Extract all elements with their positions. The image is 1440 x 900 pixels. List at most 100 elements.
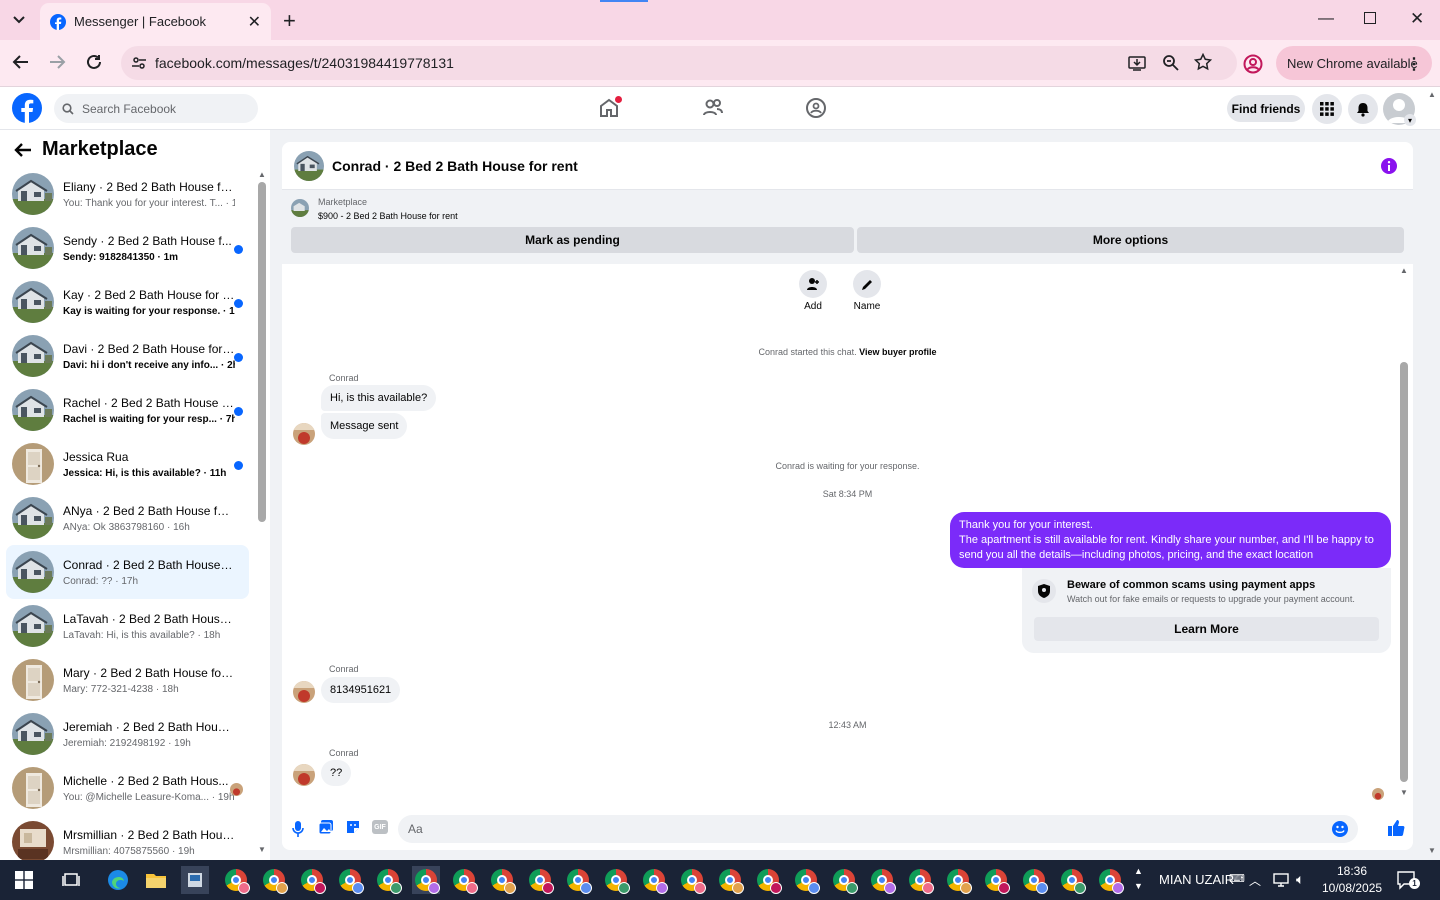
conversation-item[interactable]: Michelle · 2 Bed 2 Bath Hous... You: @Mic…	[6, 761, 249, 815]
chrome-window-icon[interactable]	[488, 866, 516, 894]
edit-name-pencil-icon[interactable]	[853, 270, 881, 298]
add-person-icon[interactable]	[799, 270, 827, 298]
page-scroll-up-icon[interactable]: ▲	[1428, 90, 1436, 99]
notifications-bell-icon[interactable]	[1348, 94, 1378, 124]
chrome-update-button[interactable]: New Chrome available ⋮	[1276, 46, 1432, 80]
zoom-icon[interactable]	[1162, 54, 1180, 72]
page-scroll-down-icon[interactable]: ▼	[1428, 846, 1436, 855]
taskbar-overflow-arrows[interactable]: ▲ ▼	[1134, 864, 1143, 894]
site-info-icon[interactable]	[131, 55, 147, 71]
chrome-window-icon[interactable]	[222, 866, 250, 894]
chrome-window-icon[interactable]	[1020, 866, 1048, 894]
window-close-icon[interactable]: ✕	[1410, 9, 1424, 29]
conversation-item[interactable]: ANya · 2 Bed 2 Bath House for r... ANya: …	[6, 491, 249, 545]
conversation-item[interactable]: Conrad · 2 Bed 2 Bath House fo... Conrad:…	[6, 545, 249, 599]
conversation-item[interactable]: Sendy · 2 Bed 2 Bath House f... Sendy: 91…	[6, 221, 249, 275]
conversation-item[interactable]: Jessica Rua Jessica: Hi, is this availabl…	[6, 437, 249, 491]
learn-more-button[interactable]: Learn More	[1034, 617, 1379, 641]
conversation-item[interactable]: Mrsmillian · 2 Bed 2 Bath Hous... Mrsmill…	[6, 815, 249, 860]
conversation-item[interactable]: Jeremiah · 2 Bed 2 Bath House f... Jeremi…	[6, 707, 249, 761]
browser-tab-active[interactable]: Messenger | Facebook ✕	[40, 3, 271, 40]
restore-icon[interactable]	[1364, 12, 1376, 24]
message-input[interactable]: Aa	[398, 815, 1358, 843]
address-bar[interactable]: facebook.com/messages/t/2403198441977813…	[121, 46, 1237, 80]
friends-icon[interactable]	[702, 97, 724, 119]
minimize-icon[interactable]: —	[1318, 10, 1334, 28]
file-explorer-icon[interactable]	[142, 866, 170, 894]
chrome-window-icon[interactable]	[982, 866, 1010, 894]
new-tab-icon[interactable]: +	[283, 8, 296, 34]
chrome-window-icon[interactable]	[336, 866, 364, 894]
task-view-icon[interactable]	[57, 866, 85, 894]
reload-icon[interactable]	[85, 53, 103, 71]
chrome-window-icon[interactable]	[1096, 866, 1124, 894]
sidebar-scrollbar[interactable]	[258, 182, 266, 522]
edge-browser-icon[interactable]	[104, 866, 132, 894]
chrome-window-icon[interactable]	[792, 866, 820, 894]
listing-title[interactable]: $900 - 2 Bed 2 Bath House for rent	[318, 211, 458, 221]
chrome-window-icon[interactable]	[526, 866, 554, 894]
chrome-window-icon[interactable]	[298, 866, 326, 894]
groups-icon[interactable]	[805, 97, 827, 119]
chrome-window-icon[interactable]	[678, 866, 706, 894]
emoji-icon[interactable]	[1332, 821, 1348, 837]
keyboard-layout-icon[interactable]: ⌨	[1229, 872, 1245, 885]
outgoing-message[interactable]: Thank you for your interest. The apartme…	[950, 512, 1391, 568]
chrome-window-icon[interactable]	[602, 866, 630, 894]
back-arrow-icon[interactable]	[14, 142, 32, 158]
chrome-window-icon[interactable]	[906, 866, 934, 894]
conversation-item[interactable]: Davi · 2 Bed 2 Bath House for ... Davi: h…	[6, 329, 249, 383]
taskbar-user-name[interactable]: MIAN UZAIR	[1159, 872, 1234, 887]
conversation-info-icon[interactable]	[1380, 157, 1398, 175]
notification-center-icon[interactable]: 1	[1396, 870, 1420, 890]
tab-search-icon[interactable]	[8, 9, 30, 31]
incoming-message[interactable]: Message sent	[321, 413, 408, 439]
chrome-window-icon[interactable]	[260, 866, 288, 894]
windows-start-icon[interactable]	[10, 866, 38, 894]
chrome-window-icon[interactable]	[412, 866, 440, 894]
install-app-icon[interactable]	[1128, 54, 1146, 72]
chat-scrollbar[interactable]	[1400, 362, 1408, 782]
conversation-item[interactable]: Rachel · 2 Bed 2 Bath House f... Rachel i…	[6, 383, 249, 437]
volume-icon[interactable]: 🔈︎	[1296, 871, 1304, 888]
sidebar-scroll-down-icon[interactable]: ▼	[258, 845, 266, 854]
incoming-message[interactable]: ??	[321, 760, 352, 786]
microphone-icon[interactable]	[292, 820, 304, 838]
chat-scroll-up-icon[interactable]: ▲	[1400, 266, 1408, 275]
clock[interactable]: 18:36 10/08/2025	[1322, 863, 1382, 897]
chrome-window-icon[interactable]	[944, 866, 972, 894]
chrome-window-icon[interactable]	[754, 866, 782, 894]
network-icon[interactable]	[1272, 872, 1290, 888]
chrome-window-icon[interactable]	[450, 866, 478, 894]
chat-title[interactable]: Conrad · 2 Bed 2 Bath House for rent	[332, 158, 578, 174]
like-thumbs-up-icon[interactable]	[1387, 819, 1405, 837]
account-chevron-down-icon[interactable]: ▾	[1404, 114, 1416, 126]
view-buyer-profile-link[interactable]: View buyer profile	[859, 347, 936, 357]
conversation-item[interactable]: Eliany · 2 Bed 2 Bath House for ... You: …	[6, 167, 249, 221]
show-hidden-icons-chevron-icon[interactable]: ︿	[1249, 872, 1261, 889]
bookmark-star-icon[interactable]	[1194, 53, 1212, 71]
chrome-window-icon[interactable]	[374, 866, 402, 894]
conversation-item[interactable]: LaTavah · 2 Bed 2 Bath House f... LaTavah…	[6, 599, 249, 653]
tab-close-icon[interactable]: ✕	[248, 12, 261, 32]
chrome-window-icon[interactable]	[830, 866, 858, 894]
incoming-message[interactable]: 8134951621	[321, 677, 401, 703]
chat-header-avatar[interactable]	[294, 150, 324, 181]
chrome-window-icon[interactable]	[868, 866, 896, 894]
listing-thumbnail[interactable]	[291, 199, 309, 217]
facebook-logo-icon[interactable]	[12, 93, 42, 123]
facebook-search-input[interactable]: Search Facebook	[54, 94, 258, 123]
menu-grid-icon[interactable]	[1312, 94, 1342, 124]
incoming-message[interactable]: Hi, is this available?	[321, 385, 437, 411]
chrome-menu-icon[interactable]: ⋮	[1406, 54, 1422, 74]
forward-icon[interactable]	[48, 53, 66, 71]
chrome-window-icon[interactable]	[1058, 866, 1086, 894]
chat-scroll-down-icon[interactable]: ▼	[1400, 788, 1408, 797]
chrome-window-icon[interactable]	[564, 866, 592, 894]
photo-gallery-icon[interactable]	[318, 819, 334, 835]
gif-icon[interactable]: GIF	[372, 820, 388, 834]
chrome-window-icon[interactable]	[640, 866, 668, 894]
chrome-window-icon[interactable]	[716, 866, 744, 894]
find-friends-button[interactable]: Find friends	[1227, 95, 1305, 122]
sidebar-scroll-up-icon[interactable]: ▲	[258, 170, 266, 179]
